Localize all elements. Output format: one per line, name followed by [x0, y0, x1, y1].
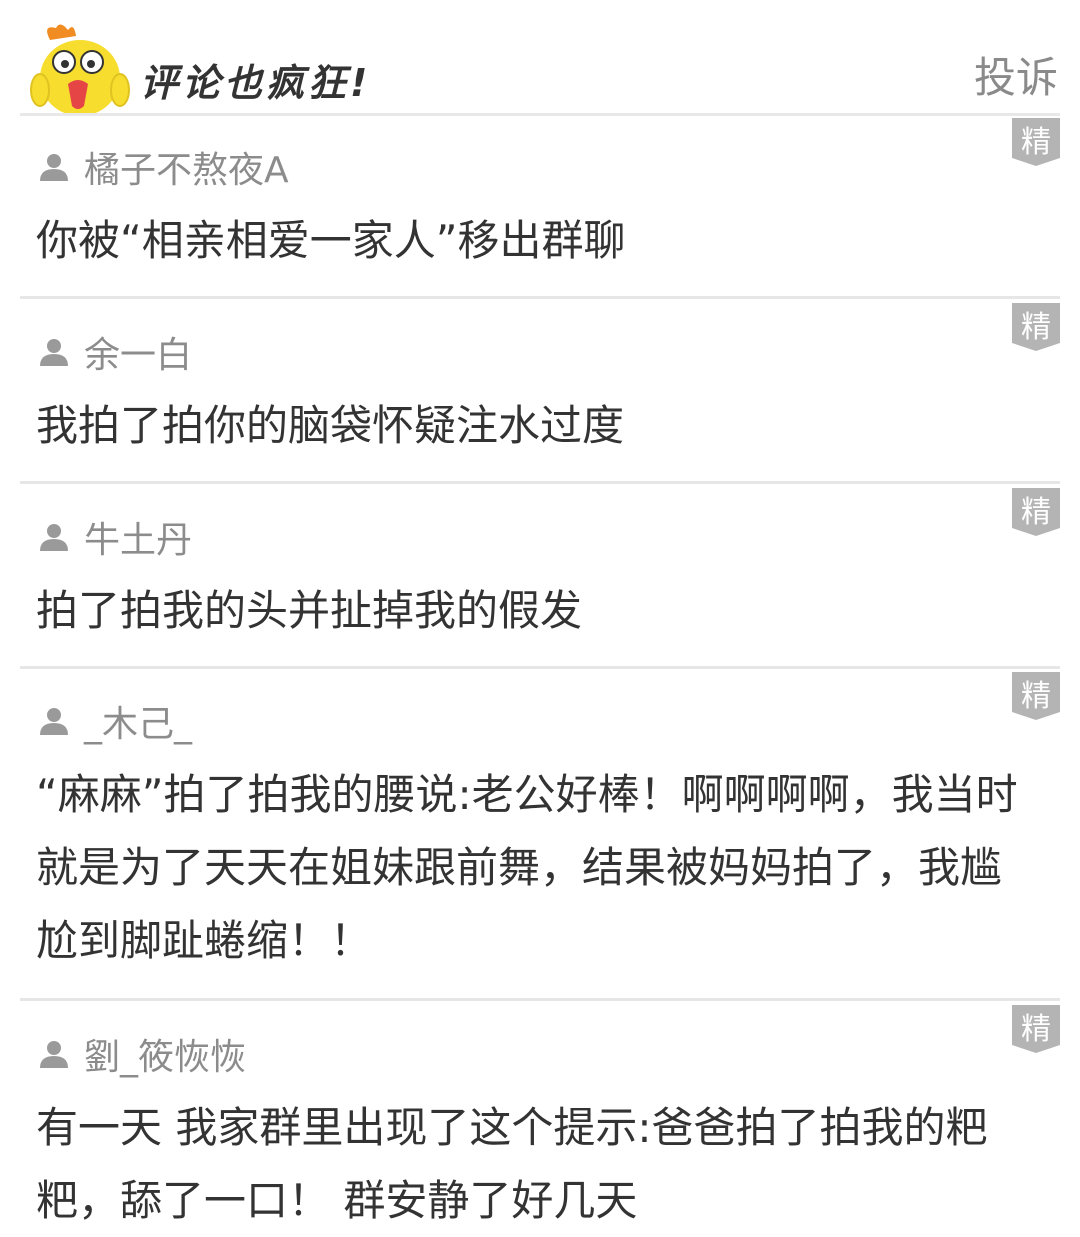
user-icon — [40, 339, 68, 366]
comment-text: 有一天 我家群里出现了这个提示:爸爸拍了拍我的粑粑，舔了一口！ 群安静了好几天 — [36, 1103, 988, 1225]
featured-badge-icon: 精 — [1012, 1005, 1060, 1053]
user-icon — [40, 154, 68, 181]
report-button[interactable]: 投诉 — [974, 44, 1058, 105]
featured-badge-icon: 精 — [1012, 303, 1060, 351]
comment-text: 你被“相亲相爱一家人”移出群聊 — [36, 216, 626, 265]
comment-username[interactable]: 橘子不熬夜A — [84, 141, 289, 193]
svg-text:精: 精 — [1021, 495, 1051, 530]
user-icon — [40, 1041, 68, 1068]
featured-badge-icon: 精 — [1012, 488, 1060, 536]
user-icon — [40, 524, 68, 551]
comment-text: 拍了拍我的头并扯掉我的假发 — [36, 586, 583, 635]
comment-username[interactable]: 劉_筱恢恢 — [84, 1028, 246, 1080]
mascot-logo-icon — [30, 24, 130, 114]
comment-text: 我拍了拍你的脑袋怀疑注水过度 — [36, 401, 625, 450]
page-header: 评论也疯狂! 投诉 — [0, 0, 1080, 114]
svg-text:精: 精 — [1021, 1012, 1051, 1047]
comment-item: 精 _木己_ “麻麻”拍了拍我的腰说:老公好棒！啊啊啊啊，我当时就是为了天天在姐… — [20, 670, 1060, 1001]
comment-username[interactable]: 牛土丹 — [84, 511, 192, 563]
comment-divider — [20, 481, 1060, 484]
page-title: 评论也疯狂! — [140, 61, 372, 105]
svg-text:精: 精 — [1021, 125, 1051, 160]
comment-divider — [20, 998, 1060, 1001]
svg-text:精: 精 — [1021, 679, 1051, 714]
comment-item: 精 余一白 我拍了拍你的脑袋怀疑注水过度 — [20, 301, 1060, 484]
featured-badge-icon: 精 — [1012, 118, 1060, 166]
comment-username[interactable]: _木己_ — [84, 695, 192, 747]
comment-item: 精 橘子不熬夜A 你被“相亲相爱一家人”移出群聊 — [20, 116, 1060, 299]
comment-divider — [20, 666, 1060, 669]
comment-item: 精 劉_筱恢恢 有一天 我家群里出现了这个提示:爸爸拍了拍我的粑粑，舔了一口！ … — [20, 1003, 1060, 1231]
comment-username[interactable]: 余一白 — [84, 326, 192, 378]
comment-item: 精 牛土丹 拍了拍我的头并扯掉我的假发 — [20, 486, 1060, 669]
user-icon — [40, 708, 68, 735]
comment-text: “麻麻”拍了拍我的腰说:老公好棒！啊啊啊啊，我当时就是为了天天在姐妹跟前舞，结果… — [36, 770, 1018, 965]
featured-badge-icon: 精 — [1012, 672, 1060, 720]
svg-text:精: 精 — [1021, 310, 1051, 345]
comment-divider — [20, 296, 1060, 299]
